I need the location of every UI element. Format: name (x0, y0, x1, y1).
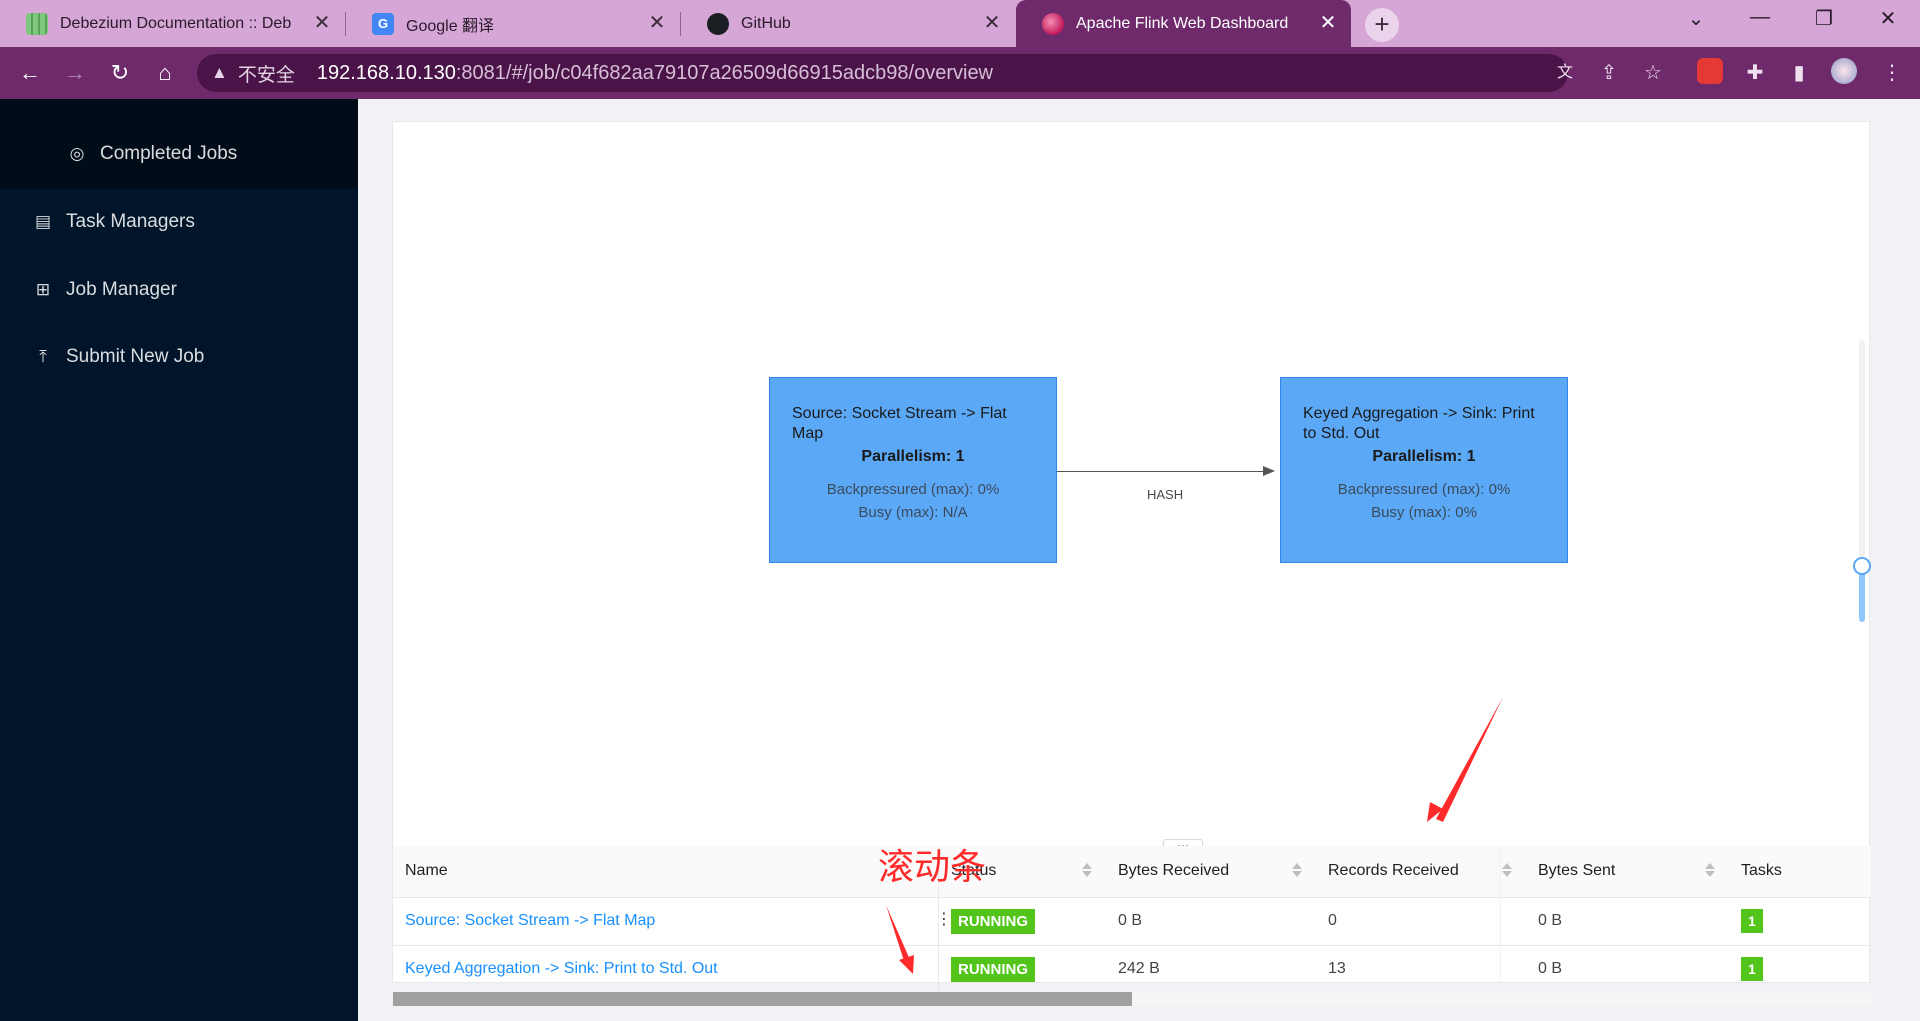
horizontal-scrollbar-thumb[interactable] (393, 992, 1132, 1006)
close-icon[interactable]: ✕ (1317, 12, 1339, 34)
reload-icon[interactable]: ↻ (106, 59, 134, 87)
schedule-icon: ▤ (34, 212, 52, 231)
url-host: 192.168.10.130 (316, 61, 456, 84)
tab-flink-dashboard[interactable]: Apache Flink Web Dashboard ✕ (1016, 0, 1351, 47)
side-panel-icon[interactable]: ▮ (1787, 47, 1811, 99)
close-icon[interactable]: ✕ (646, 12, 668, 34)
sidebar: ◎ Completed Jobs ▤ Task Managers ⊞ Job M… (0, 99, 358, 1021)
window-close-icon[interactable]: ✕ (1868, 6, 1908, 31)
arrow-to-records-received (1436, 697, 1503, 822)
sidebar-item-task-managers[interactable]: ▤ Task Managers (0, 202, 358, 242)
tab-label: GitHub (741, 14, 791, 32)
new-tab-button[interactable]: + (1365, 8, 1399, 42)
minimize-icon[interactable]: — (1740, 6, 1780, 29)
share-icon[interactable]: ⇪ (1597, 47, 1621, 99)
arrow-head (899, 955, 914, 974)
tab-debezium[interactable]: Debezium Documentation :: Deb ✕ (0, 0, 345, 47)
flink-favicon (1042, 12, 1064, 35)
annotation-label: 滚动条 (878, 847, 987, 888)
extension-red-icon[interactable] (1697, 58, 1723, 84)
tab-github[interactable]: GitHub ✕ (681, 0, 1015, 47)
extensions-puzzle-icon[interactable]: ✚ (1743, 47, 1767, 99)
browser-toolbar: ← → ↻ ⌂ ▲ 不安全 192.168.10.130 :8081/#/job… (0, 47, 1920, 99)
tab-label: Debezium Documentation :: Deb (60, 14, 292, 32)
tab-label: Google 翻译 (406, 17, 495, 35)
jobs-submenu: ◎ Completed Jobs (0, 99, 358, 189)
sidebar-item-label: Completed Jobs (100, 143, 238, 164)
sidebar-item-completed-jobs[interactable]: ◎ Completed Jobs (0, 134, 358, 174)
restore-icon[interactable]: ❐ (1804, 6, 1844, 31)
home-icon[interactable]: ⌂ (151, 59, 179, 87)
sidebar-item-submit-new-job[interactable]: ⤒ Submit New Job (0, 337, 358, 377)
browser-menu-icon[interactable]: ⋮ (1880, 47, 1904, 99)
close-icon[interactable]: ✕ (981, 12, 1003, 34)
tab-search-chevron-icon[interactable]: ⌄ (1676, 6, 1716, 31)
annotation-arrows (886, 697, 1503, 974)
insecure-label[interactable]: 不安全 (238, 60, 295, 87)
sidebar-item-label: Task Managers (66, 211, 195, 232)
profile-avatar[interactable] (1831, 58, 1857, 84)
tab-google-translate[interactable]: G Google 翻译 ✕ (346, 0, 680, 47)
address-bar[interactable]: ▲ 不安全 192.168.10.130 :8081/#/job/c04f682… (197, 54, 1568, 92)
check-circle-icon: ◎ (69, 144, 85, 163)
forward-arrow-icon[interactable]: → (61, 59, 89, 87)
close-icon[interactable]: ✕ (311, 12, 333, 34)
back-arrow-icon[interactable]: ← (16, 59, 44, 87)
arrow-to-scrollbar (886, 905, 911, 964)
upload-icon: ⤒ (39, 347, 47, 366)
url-path: :8081/#/job/c04f682aa79107a26509d66915ad… (455, 61, 994, 84)
bookmark-star-icon[interactable]: ☆ (1641, 47, 1665, 99)
page-scrollbar[interactable] (1907, 259, 1920, 1019)
google-translate-favicon: G (372, 12, 394, 35)
translate-icon[interactable]: 文 (1553, 47, 1577, 99)
github-favicon (707, 12, 729, 35)
cluster-icon: ⊞ (35, 280, 51, 299)
sidebar-item-job-manager[interactable]: ⊞ Job Manager (0, 270, 358, 310)
sidebar-item-label: Job Manager (66, 279, 177, 300)
main-content: Source: Socket Stream -> Flat Map Parall… (358, 99, 1920, 1021)
warning-triangle-icon[interactable]: ▲ (211, 63, 228, 83)
debezium-favicon (26, 12, 48, 35)
sidebar-item-label: Submit New Job (66, 346, 205, 367)
tab-label: Apache Flink Web Dashboard (1076, 14, 1289, 32)
browser-tab-bar: Debezium Documentation :: Deb ✕ G Google… (0, 0, 1920, 47)
job-overview-card: Source: Socket Stream -> Flat Map Parall… (392, 121, 1871, 1008)
